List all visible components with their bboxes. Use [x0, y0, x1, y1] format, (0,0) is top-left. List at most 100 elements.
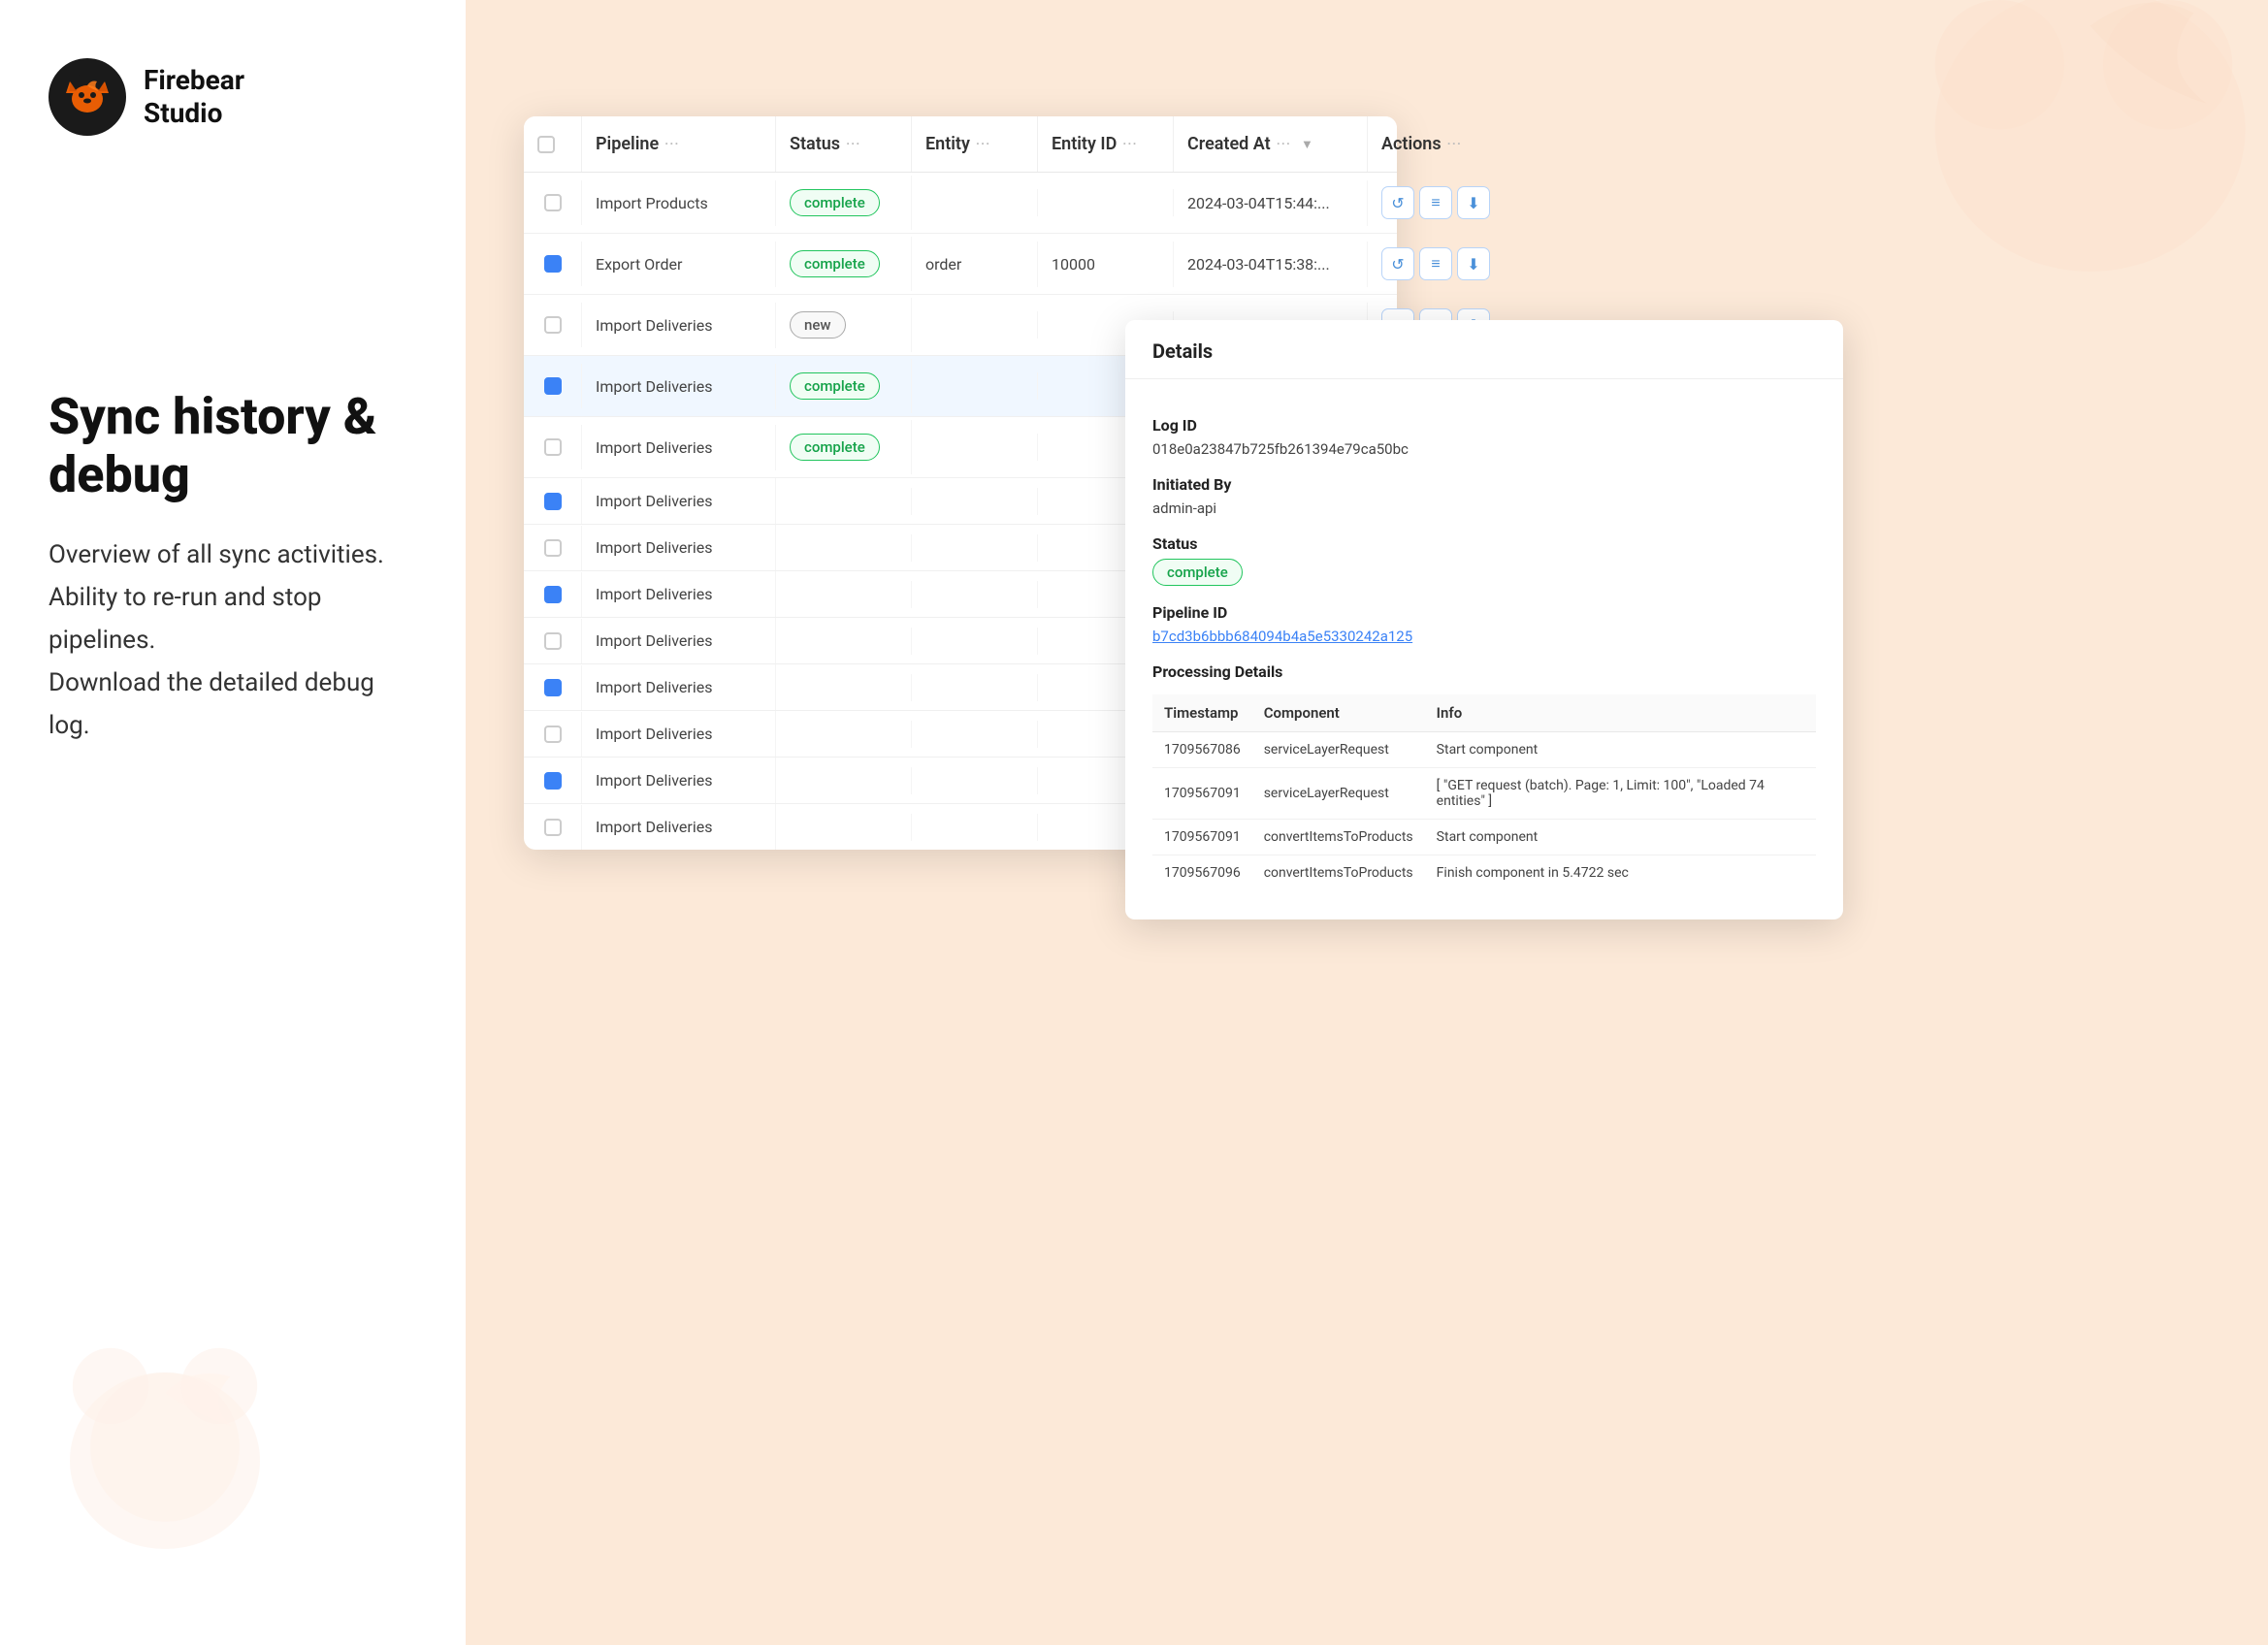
- proc-cell-component: convertItemsToProducts: [1252, 855, 1425, 891]
- th-pipeline[interactable]: Pipeline ···: [582, 116, 776, 172]
- th-status[interactable]: Status ···: [776, 116, 912, 172]
- proc-cell-timestamp: 1709567091: [1152, 768, 1252, 820]
- initiated-by-value: admin-api: [1152, 500, 1816, 517]
- th-created-at[interactable]: Created At ··· ▼: [1174, 116, 1368, 172]
- row-entity: [912, 721, 1038, 748]
- th-checkbox: [524, 116, 582, 172]
- row-checkbox[interactable]: [544, 586, 562, 603]
- details-panel: Details Log ID 018e0a23847b725fb261394e7…: [1125, 320, 1843, 919]
- complete-badge: complete: [1152, 559, 1243, 586]
- row-entity: [912, 434, 1038, 461]
- logo-icon: [49, 58, 126, 136]
- pipeline-dots: ···: [664, 137, 679, 152]
- download-button[interactable]: ⬇: [1457, 186, 1490, 219]
- row-entity: order: [912, 242, 1038, 287]
- row-status: [776, 674, 912, 701]
- row-status: new: [776, 298, 912, 352]
- row-checkbox-cell: [524, 758, 582, 803]
- row-entity: [912, 372, 1038, 400]
- row-pipeline: Import Deliveries: [582, 804, 776, 850]
- proc-col-component: Component: [1252, 694, 1425, 732]
- row-status: [776, 767, 912, 794]
- created-at-dots: ···: [1277, 137, 1291, 152]
- row-checkbox[interactable]: [544, 632, 562, 650]
- proc-cell-timestamp: 1709567091: [1152, 820, 1252, 855]
- row-created-at: 2024-03-04T15:38:...: [1174, 242, 1368, 287]
- pipeline-id-value[interactable]: b7cd3b6bbb684094b4a5e5330242a125: [1152, 628, 1816, 645]
- row-checkbox[interactable]: [544, 194, 562, 211]
- row-pipeline: Import Deliveries: [582, 478, 776, 524]
- watermark-top-right: [1783, 0, 2268, 392]
- details-button[interactable]: ≡: [1419, 247, 1452, 280]
- status-badge: complete: [790, 250, 880, 277]
- processing-details-label: Processing Details: [1152, 662, 1816, 681]
- rerun-button[interactable]: ↺: [1381, 186, 1414, 219]
- row-entity-id: 10000: [1038, 242, 1174, 287]
- header-checkbox[interactable]: [537, 136, 555, 153]
- row-checkbox-cell: [524, 364, 582, 408]
- proc-col-timestamp: Timestamp: [1152, 694, 1252, 732]
- logo-area: Firebear Studio: [49, 58, 417, 136]
- row-status: complete: [776, 237, 912, 291]
- proc-row: 1709567091serviceLayerRequest[ "GET requ…: [1152, 768, 1816, 820]
- status-dots: ···: [846, 137, 860, 152]
- proc-cell-info: Finish component in 5.4722 sec: [1425, 855, 1816, 891]
- proc-cell-component: convertItemsToProducts: [1252, 820, 1425, 855]
- status-label: Status: [1152, 534, 1816, 553]
- table-row[interactable]: Import Productscomplete2024-03-04T15:44:…: [524, 173, 1397, 234]
- row-checkbox[interactable]: [544, 539, 562, 557]
- details-button[interactable]: ≡: [1419, 186, 1452, 219]
- details-body: Log ID 018e0a23847b725fb261394e79ca50bc …: [1125, 379, 1843, 890]
- log-id-label: Log ID: [1152, 416, 1816, 435]
- row-checkbox[interactable]: [544, 438, 562, 456]
- table-row[interactable]: Export Ordercompleteorder100002024-03-04…: [524, 234, 1397, 295]
- row-entity: [912, 674, 1038, 701]
- row-checkbox-cell: [524, 425, 582, 469]
- row-pipeline: Import Deliveries: [582, 303, 776, 348]
- proc-row: 1709567096convertItemsToProductsFinish c…: [1152, 855, 1816, 891]
- row-actions: ↺≡⬇: [1368, 173, 1523, 233]
- download-button[interactable]: ⬇: [1457, 247, 1490, 280]
- table-header: Pipeline ··· Status ··· Entity ··· Entit…: [524, 116, 1397, 173]
- rerun-button[interactable]: ↺: [1381, 247, 1414, 280]
- proc-row: 1709567086serviceLayerRequestStart compo…: [1152, 732, 1816, 768]
- proc-cell-timestamp: 1709567096: [1152, 855, 1252, 891]
- row-actions: ↺≡⬇: [1368, 234, 1523, 294]
- row-checkbox[interactable]: [544, 255, 562, 273]
- row-pipeline: Import Deliveries: [582, 571, 776, 617]
- th-entity-id[interactable]: Entity ID ···: [1038, 116, 1174, 172]
- row-pipeline: Import Deliveries: [582, 711, 776, 757]
- row-checkbox[interactable]: [544, 679, 562, 696]
- row-pipeline: Import Deliveries: [582, 618, 776, 663]
- status-badge: complete: [790, 372, 880, 400]
- row-created-at: 2024-03-04T15:44:...: [1174, 180, 1368, 226]
- actions-dots: ···: [1447, 137, 1462, 152]
- proc-cell-component: serviceLayerRequest: [1252, 768, 1425, 820]
- logo-text: Firebear Studio: [144, 64, 244, 129]
- row-checkbox-cell: [524, 526, 582, 570]
- row-entity-id: [1038, 189, 1174, 216]
- row-checkbox[interactable]: [544, 493, 562, 510]
- status-badge: complete: [790, 189, 880, 216]
- proc-cell-info: Start component: [1425, 820, 1816, 855]
- log-id-value: 018e0a23847b725fb261394e79ca50bc: [1152, 440, 1816, 458]
- row-checkbox-cell: [524, 180, 582, 225]
- row-checkbox[interactable]: [544, 377, 562, 395]
- th-entity[interactable]: Entity ···: [912, 116, 1038, 172]
- row-pipeline: Import Deliveries: [582, 364, 776, 409]
- row-checkbox[interactable]: [544, 726, 562, 743]
- row-entity: [912, 814, 1038, 841]
- row-entity: [912, 311, 1038, 339]
- row-checkbox[interactable]: [544, 316, 562, 334]
- th-actions[interactable]: Actions ···: [1368, 116, 1523, 172]
- row-checkbox[interactable]: [544, 819, 562, 836]
- initiated-by-label: Initiated By: [1152, 475, 1816, 494]
- row-checkbox-cell: [524, 572, 582, 617]
- row-status: [776, 628, 912, 655]
- row-pipeline: Import Deliveries: [582, 525, 776, 570]
- proc-col-info: Info: [1425, 694, 1816, 732]
- row-checkbox[interactable]: [544, 772, 562, 790]
- proc-cell-component: serviceLayerRequest: [1252, 732, 1425, 768]
- watermark-bear: [29, 1311, 301, 1587]
- entity-dots: ···: [976, 137, 990, 152]
